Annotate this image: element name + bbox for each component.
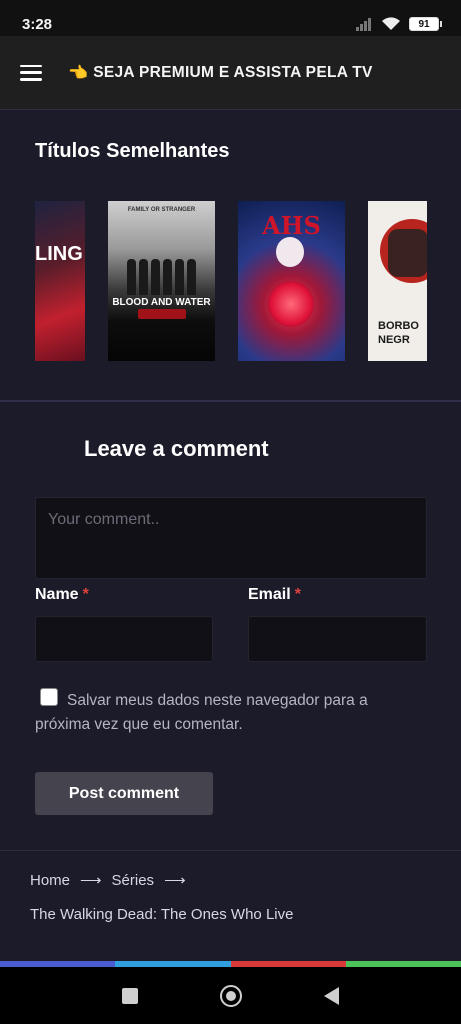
section-divider — [0, 400, 461, 402]
poster-card[interactable]: BORBO NEGR — [368, 201, 427, 361]
status-icons: 91 — [355, 17, 442, 31]
poster-art — [276, 237, 304, 267]
poster-art — [268, 281, 314, 327]
poster-card[interactable]: FAMILY OR STRANGER BLOOD AND WATER — [108, 201, 215, 361]
poster-title: BORBO NEGR — [378, 320, 419, 346]
breadcrumb: Home ⟶ Séries ⟶ — [30, 871, 186, 890]
arrow-right-icon: ⟶ — [164, 872, 186, 889]
name-input[interactable] — [35, 616, 213, 662]
poster-title: AHS — [262, 211, 321, 240]
premium-banner[interactable]: 👈 SEJA PREMIUM E ASSISTA PELA TV — [68, 63, 373, 83]
post-comment-button[interactable]: Post comment — [35, 772, 213, 815]
email-label: Email * — [248, 586, 301, 603]
menu-icon[interactable] — [20, 64, 42, 81]
app-header: 👈 SEJA PREMIUM E ASSISTA PELA TV — [0, 36, 461, 110]
poster-art — [388, 229, 427, 277]
poster-tagline: FAMILY OR STRANGER — [127, 207, 196, 213]
premium-banner-text: SEJA PREMIUM E ASSISTA PELA TV — [93, 63, 373, 81]
home-icon[interactable] — [220, 984, 242, 1007]
similar-titles-carousel[interactable]: LING FAMILY OR STRANGER BLOOD AND WATER … — [35, 201, 427, 361]
status-time: 3:28 — [22, 15, 53, 33]
wifi-icon — [382, 17, 400, 30]
recent-apps-icon[interactable] — [122, 987, 138, 1004]
required-mark: * — [294, 586, 301, 603]
arrow-right-icon: ⟶ — [80, 872, 102, 889]
poster-title: LING — [35, 243, 83, 265]
email-input[interactable] — [248, 616, 427, 662]
name-label: Name * — [35, 586, 89, 603]
required-mark: * — [82, 586, 89, 603]
breadcrumb-home[interactable]: Home — [30, 872, 70, 889]
footer-divider — [0, 850, 461, 851]
system-nav-bar — [0, 967, 461, 1024]
poster-art — [114, 259, 209, 295]
comment-placeholder: Your comment.. — [48, 511, 160, 528]
comment-heading: Leave a comment — [84, 436, 269, 461]
breadcrumb-series[interactable]: Séries — [112, 872, 155, 889]
pointing-hand-icon: 👈 — [68, 64, 89, 82]
comment-textarea[interactable]: Your comment.. — [35, 497, 427, 579]
back-icon[interactable] — [324, 986, 339, 1005]
breadcrumb-current: The Walking Dead: The Ones Who Live — [30, 906, 294, 923]
signal-icon — [356, 18, 371, 31]
poster-card[interactable]: LING — [35, 201, 85, 361]
save-data-label: Salvar meus dados neste navegador para a… — [35, 692, 368, 733]
poster-art — [138, 309, 186, 319]
battery-icon: 91 — [409, 17, 442, 31]
poster-title: BLOOD AND WATER — [112, 297, 211, 308]
similar-titles-heading: Títulos Semelhantes — [35, 140, 230, 162]
poster-card[interactable]: AHS — [238, 201, 345, 361]
